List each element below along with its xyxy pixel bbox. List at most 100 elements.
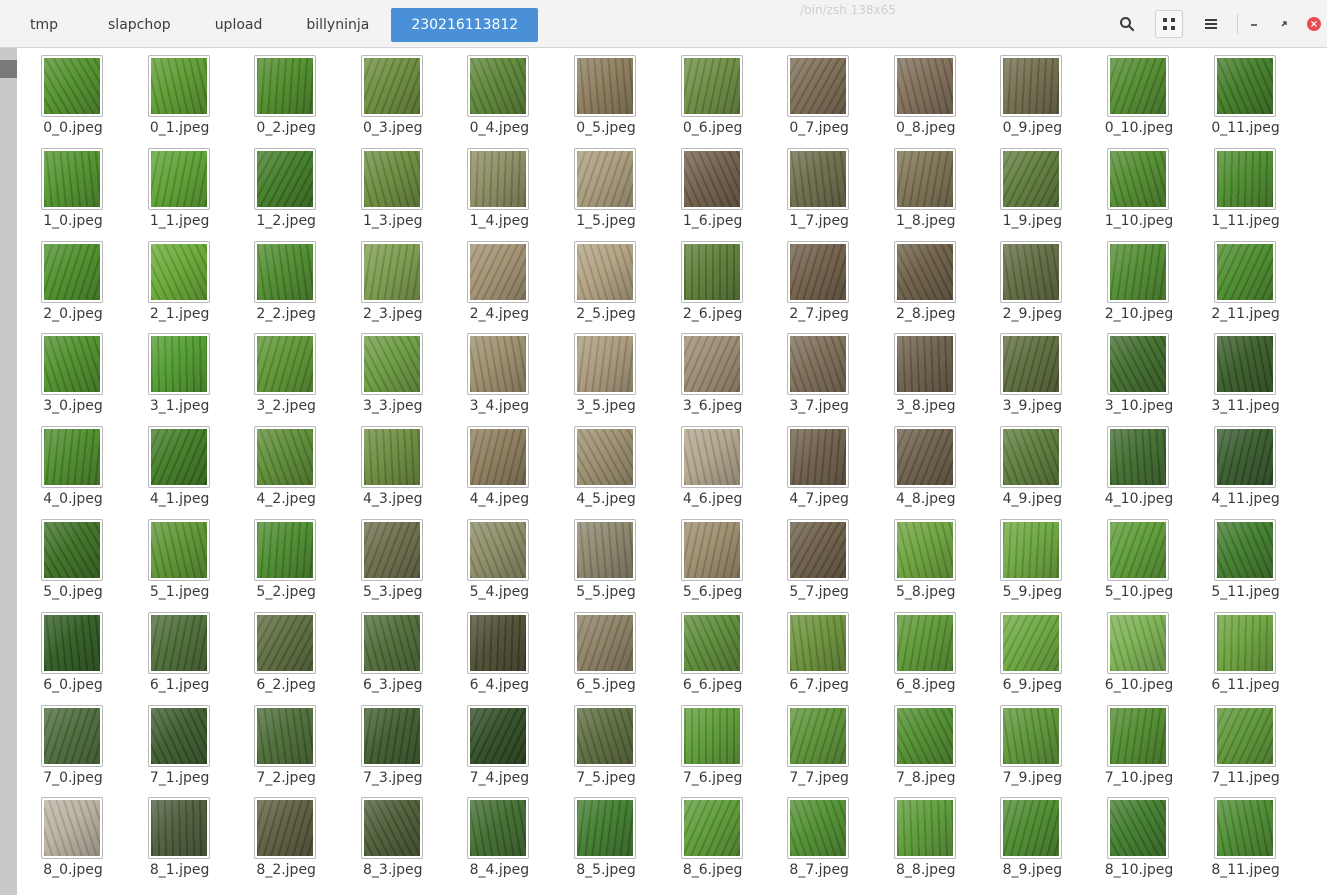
thumbnail-frame[interactable]	[467, 611, 530, 674]
thumbnail-frame[interactable]	[680, 611, 743, 674]
thumbnail-frame[interactable]	[467, 147, 530, 210]
thumbnail-frame[interactable]	[41, 240, 103, 303]
thumbnail-frame[interactable]	[360, 704, 423, 767]
file-item[interactable]: 2_9.jpeg	[976, 234, 1082, 327]
thumbnail-frame[interactable]	[1213, 147, 1276, 210]
thumbnail-frame[interactable]	[787, 519, 850, 581]
file-item[interactable]: 1_6.jpeg	[657, 141, 763, 234]
file-item[interactable]: 0_4.jpeg	[443, 48, 549, 141]
thumbnail-frame[interactable]	[574, 55, 636, 117]
thumbnail-frame[interactable]	[467, 240, 530, 303]
thumbnail-frame[interactable]	[41, 611, 103, 674]
file-item[interactable]: 0_6.jpeg	[657, 48, 763, 141]
file-item[interactable]: 5_3.jpeg	[337, 512, 443, 605]
file-item[interactable]: 6_10.jpeg	[1083, 605, 1189, 698]
file-item[interactable]: 6_1.jpeg	[124, 605, 230, 698]
file-item[interactable]: 2_10.jpeg	[1083, 234, 1189, 327]
thumbnail-frame[interactable]	[893, 333, 956, 396]
file-item[interactable]: 2_1.jpeg	[124, 234, 230, 327]
tab-billyninja[interactable]: billyninja	[284, 8, 391, 42]
thumbnail-frame[interactable]	[574, 611, 636, 674]
file-item[interactable]: 4_9.jpeg	[976, 419, 1082, 512]
file-item[interactable]: 3_6.jpeg	[657, 326, 763, 419]
thumbnail-frame[interactable]	[1107, 426, 1169, 489]
file-item[interactable]: 4_2.jpeg	[230, 419, 336, 512]
file-item[interactable]: 8_7.jpeg	[763, 790, 869, 883]
thumbnail-frame[interactable]	[574, 147, 636, 210]
file-item[interactable]: 5_11.jpeg	[1190, 512, 1296, 605]
file-item[interactable]: 2_11.jpeg	[1190, 234, 1296, 327]
file-item[interactable]: 0_10.jpeg	[1083, 48, 1189, 141]
thumbnail-frame[interactable]	[360, 519, 423, 581]
file-item[interactable]: 7_8.jpeg	[870, 698, 976, 791]
thumbnail-frame[interactable]	[680, 333, 743, 396]
thumbnail-frame[interactable]	[467, 704, 530, 767]
thumbnail-frame[interactable]	[787, 333, 850, 396]
restore-button[interactable]	[1273, 13, 1295, 35]
file-item[interactable]: 1_2.jpeg	[230, 141, 336, 234]
file-item[interactable]: 7_4.jpeg	[443, 698, 549, 791]
thumbnail-frame[interactable]	[1213, 519, 1276, 581]
thumbnail-frame[interactable]	[893, 240, 956, 303]
thumbnail-frame[interactable]	[147, 240, 210, 303]
file-item[interactable]: 6_5.jpeg	[550, 605, 656, 698]
file-item[interactable]: 1_11.jpeg	[1190, 141, 1296, 234]
file-item[interactable]: 8_2.jpeg	[230, 790, 336, 883]
thumbnail-frame[interactable]	[1213, 426, 1276, 489]
file-item[interactable]: 5_10.jpeg	[1083, 512, 1189, 605]
file-item[interactable]: 0_5.jpeg	[550, 48, 656, 141]
tab-tmp[interactable]: tmp	[0, 8, 86, 42]
file-item[interactable]: 7_3.jpeg	[337, 698, 443, 791]
thumbnail-frame[interactable]	[254, 333, 317, 396]
thumbnail-frame[interactable]	[360, 55, 423, 117]
file-item[interactable]: 3_1.jpeg	[124, 326, 230, 419]
file-item[interactable]: 4_5.jpeg	[550, 419, 656, 512]
file-item[interactable]: 7_2.jpeg	[230, 698, 336, 791]
thumbnail-frame[interactable]	[893, 147, 956, 210]
file-item[interactable]: 4_4.jpeg	[443, 419, 549, 512]
thumbnail-frame[interactable]	[787, 55, 850, 117]
thumbnail-frame[interactable]	[147, 147, 210, 210]
file-item[interactable]: 0_1.jpeg	[124, 48, 230, 141]
thumbnail-frame[interactable]	[893, 704, 956, 767]
thumbnail-frame[interactable]	[680, 240, 743, 303]
thumbnail-frame[interactable]	[1000, 426, 1063, 489]
file-item[interactable]: 7_1.jpeg	[124, 698, 230, 791]
search-button[interactable]	[1113, 10, 1141, 38]
thumbnail-frame[interactable]	[1107, 55, 1169, 117]
file-item[interactable]: 7_5.jpeg	[550, 698, 656, 791]
file-item[interactable]: 5_5.jpeg	[550, 512, 656, 605]
file-item[interactable]: 4_8.jpeg	[870, 419, 976, 512]
thumbnail-frame[interactable]	[680, 797, 743, 860]
close-button[interactable]: ×	[1303, 13, 1325, 35]
thumbnail-frame[interactable]	[360, 333, 423, 396]
thumbnail-frame[interactable]	[787, 240, 850, 303]
tab-upload[interactable]: upload	[193, 8, 285, 42]
thumbnail-frame[interactable]	[360, 797, 423, 860]
file-item[interactable]: 6_6.jpeg	[657, 605, 763, 698]
file-item[interactable]: 5_0.jpeg	[17, 512, 123, 605]
thumbnail-frame[interactable]	[360, 147, 423, 210]
thumbnail-frame[interactable]	[1107, 797, 1169, 860]
file-item[interactable]: 7_9.jpeg	[976, 698, 1082, 791]
thumbnail-frame[interactable]	[41, 333, 103, 396]
thumbnail-frame[interactable]	[147, 55, 210, 117]
thumbnail-frame[interactable]	[787, 426, 850, 489]
thumbnail-frame[interactable]	[1000, 797, 1063, 860]
thumbnail-frame[interactable]	[41, 426, 103, 489]
file-item[interactable]: 6_8.jpeg	[870, 605, 976, 698]
thumbnail-frame[interactable]	[1213, 240, 1276, 303]
file-item[interactable]: 5_9.jpeg	[976, 512, 1082, 605]
file-item[interactable]: 3_7.jpeg	[763, 326, 869, 419]
file-item[interactable]: 8_10.jpeg	[1083, 790, 1189, 883]
file-item[interactable]: 4_3.jpeg	[337, 419, 443, 512]
file-item[interactable]: 5_6.jpeg	[657, 512, 763, 605]
thumbnail-frame[interactable]	[254, 147, 317, 210]
thumbnail-frame[interactable]	[360, 611, 423, 674]
file-item[interactable]: 7_10.jpeg	[1083, 698, 1189, 791]
file-item[interactable]: 2_7.jpeg	[763, 234, 869, 327]
file-item[interactable]: 0_11.jpeg	[1190, 48, 1296, 141]
thumbnail-frame[interactable]	[360, 426, 423, 489]
menu-button[interactable]	[1197, 10, 1225, 38]
file-item[interactable]: 3_5.jpeg	[550, 326, 656, 419]
